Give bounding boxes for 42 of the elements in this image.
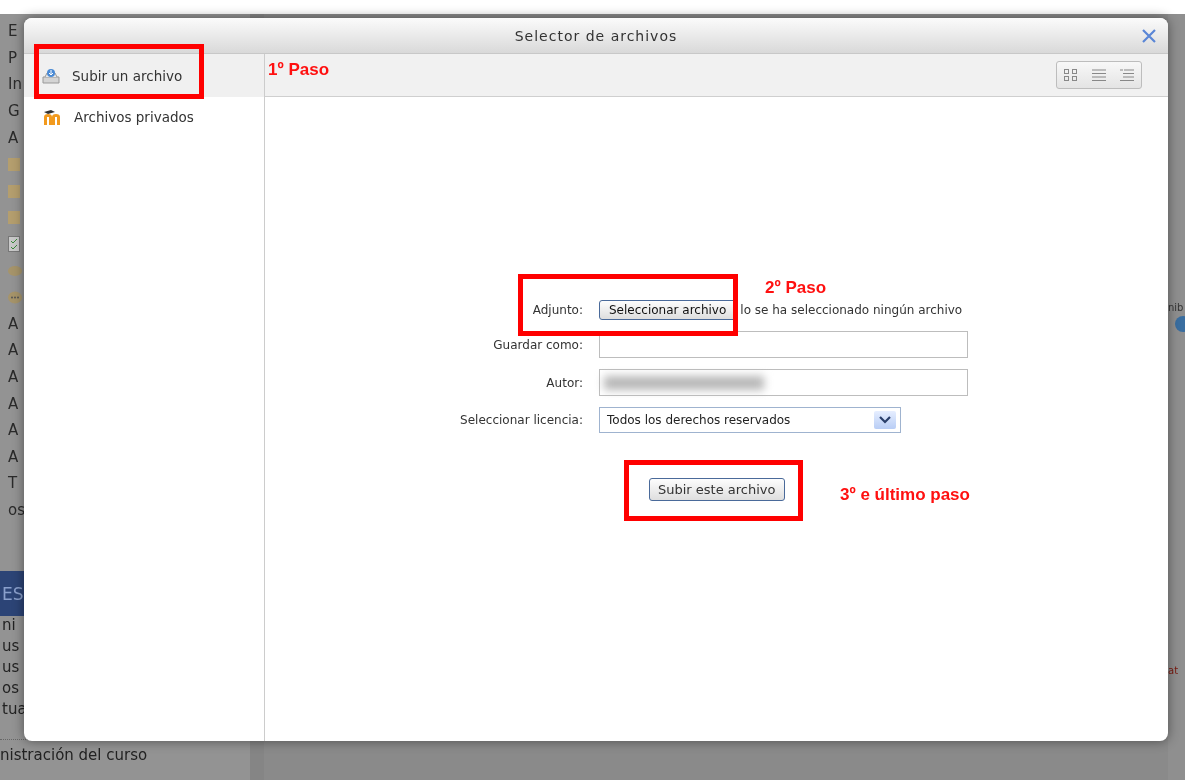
field-label: Adjunto: <box>531 303 583 317</box>
folder-icon <box>8 183 20 198</box>
close-button[interactable] <box>1140 27 1158 45</box>
sidebar-text: A <box>8 447 19 466</box>
tree-view-icon <box>1120 69 1134 81</box>
sidebar-text: A <box>8 421 19 440</box>
list-view-icon <box>1092 69 1106 81</box>
annotation-text: 3º e último paso <box>840 485 970 505</box>
annotation-text: 2º Paso <box>765 278 827 298</box>
sidebar-text: In <box>8 75 22 94</box>
input-field[interactable] <box>599 331 968 358</box>
sidebar-text: E <box>8 22 18 41</box>
grid-view-icon <box>1064 69 1078 81</box>
dialog-title: Selector de archivos <box>514 27 678 44</box>
sidebar-text: A <box>8 128 19 147</box>
checklist-icon <box>8 236 20 253</box>
chat-icon <box>8 290 22 304</box>
folder-icon <box>8 210 20 225</box>
page-text: at <box>1168 665 1179 676</box>
sidebar-text: os <box>8 501 25 519</box>
annotation-text: 1º Paso <box>268 60 330 80</box>
sidebar-text: A <box>8 394 19 413</box>
field-label: Guardar como: <box>492 337 583 352</box>
sidebar-text: A <box>8 368 19 386</box>
folder-icon <box>8 157 20 172</box>
repository-item[interactable]: Subir un archivo <box>24 54 264 97</box>
oval-icon <box>8 264 22 277</box>
license-select[interactable]: Todos los derechos reservados <box>599 407 901 433</box>
page-text: nib <box>1168 302 1184 313</box>
moodle-icon <box>42 109 62 125</box>
field-label: Seleccionar licencia: <box>459 413 583 427</box>
input-field[interactable] <box>599 369 968 396</box>
sidebar-text: G <box>8 102 20 121</box>
upload-icon <box>42 67 60 84</box>
file-status-text: lo se ha seleccionado ningún archivo <box>740 303 963 317</box>
dropdown-icon <box>874 411 896 429</box>
upload-button[interactable]: Subir este archivo <box>649 478 785 501</box>
sidebar-text: P <box>8 48 18 67</box>
sidebar-text: A <box>8 314 19 333</box>
sidebar-text: T <box>8 474 18 493</box>
sidebar-text: A <box>8 341 19 360</box>
field-label: Autor: <box>545 375 583 390</box>
